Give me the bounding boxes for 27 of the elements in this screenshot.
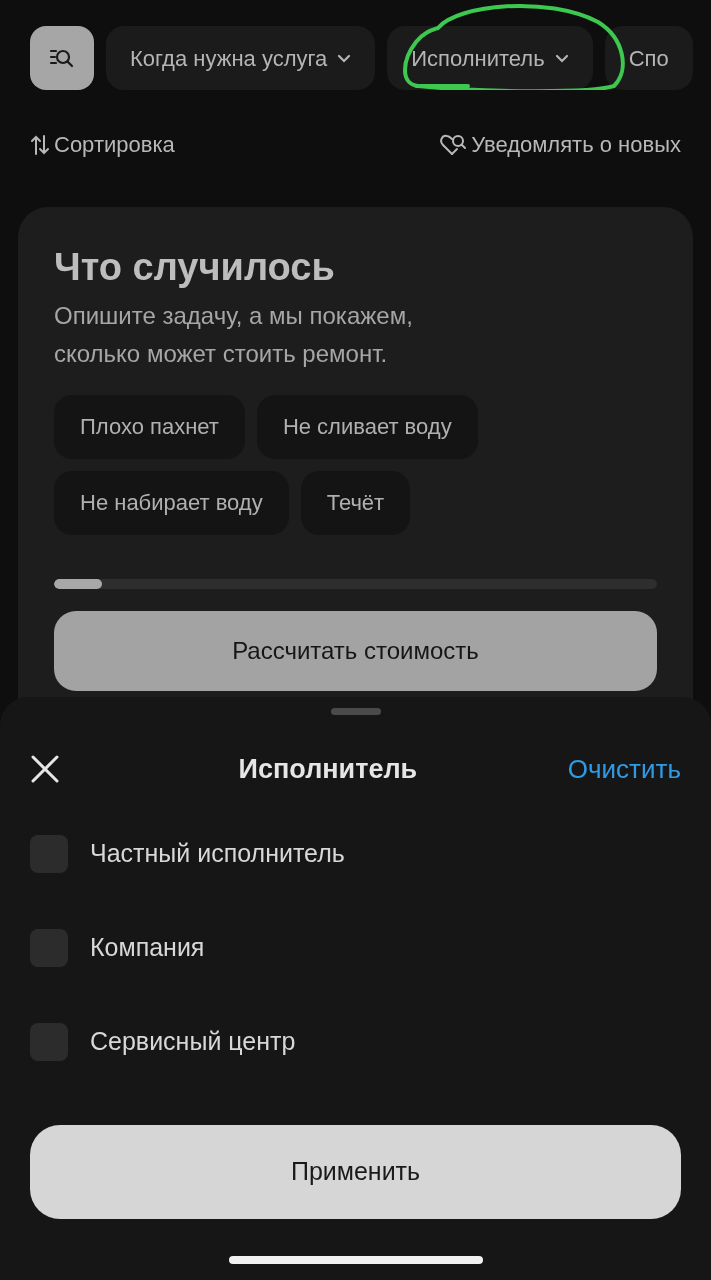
- problem-tag[interactable]: Плохо пахнет: [54, 394, 245, 459]
- option-row[interactable]: Сервисный центр: [30, 1023, 681, 1061]
- close-icon: [30, 754, 60, 784]
- search-icon: [49, 47, 75, 69]
- sheet-title: Исполнитель: [238, 752, 418, 786]
- problem-tag[interactable]: Не набирает воду: [54, 470, 289, 535]
- option-row[interactable]: Частный исполнитель: [30, 835, 681, 873]
- clear-link[interactable]: Очистить: [567, 749, 681, 789]
- card-subtitle: Опишите задачу, а мы покажем, сколько может стоить ремонт.: [54, 300, 414, 369]
- calculate-button[interactable]: Рассчитать стоимость: [54, 610, 657, 691]
- card-title: Что случилось: [54, 245, 336, 290]
- chevron-down-icon: [337, 53, 352, 63]
- apply-button[interactable]: Применить: [30, 1125, 681, 1219]
- filter-chip[interactable]: Исполнитель: [387, 26, 593, 90]
- problem-tag[interactable]: Течёт: [300, 470, 411, 535]
- sort-button[interactable]: Сортировка: [30, 128, 175, 161]
- search-filter-button[interactable]: [30, 26, 94, 90]
- option-row[interactable]: Компания: [30, 929, 681, 967]
- filter-chip[interactable]: Когда нужна услуга: [106, 26, 376, 90]
- heart-search-icon: [439, 132, 468, 157]
- close-button[interactable]: [30, 754, 60, 784]
- drag-handle[interactable]: [330, 708, 381, 715]
- problem-tag[interactable]: Не сливает воду: [256, 394, 478, 459]
- notify-button[interactable]: Уведомлять о новых: [439, 128, 681, 161]
- sort-icon: [30, 133, 50, 156]
- filter-chip[interactable]: Спо: [604, 26, 693, 90]
- chevron-down-icon: [554, 53, 569, 63]
